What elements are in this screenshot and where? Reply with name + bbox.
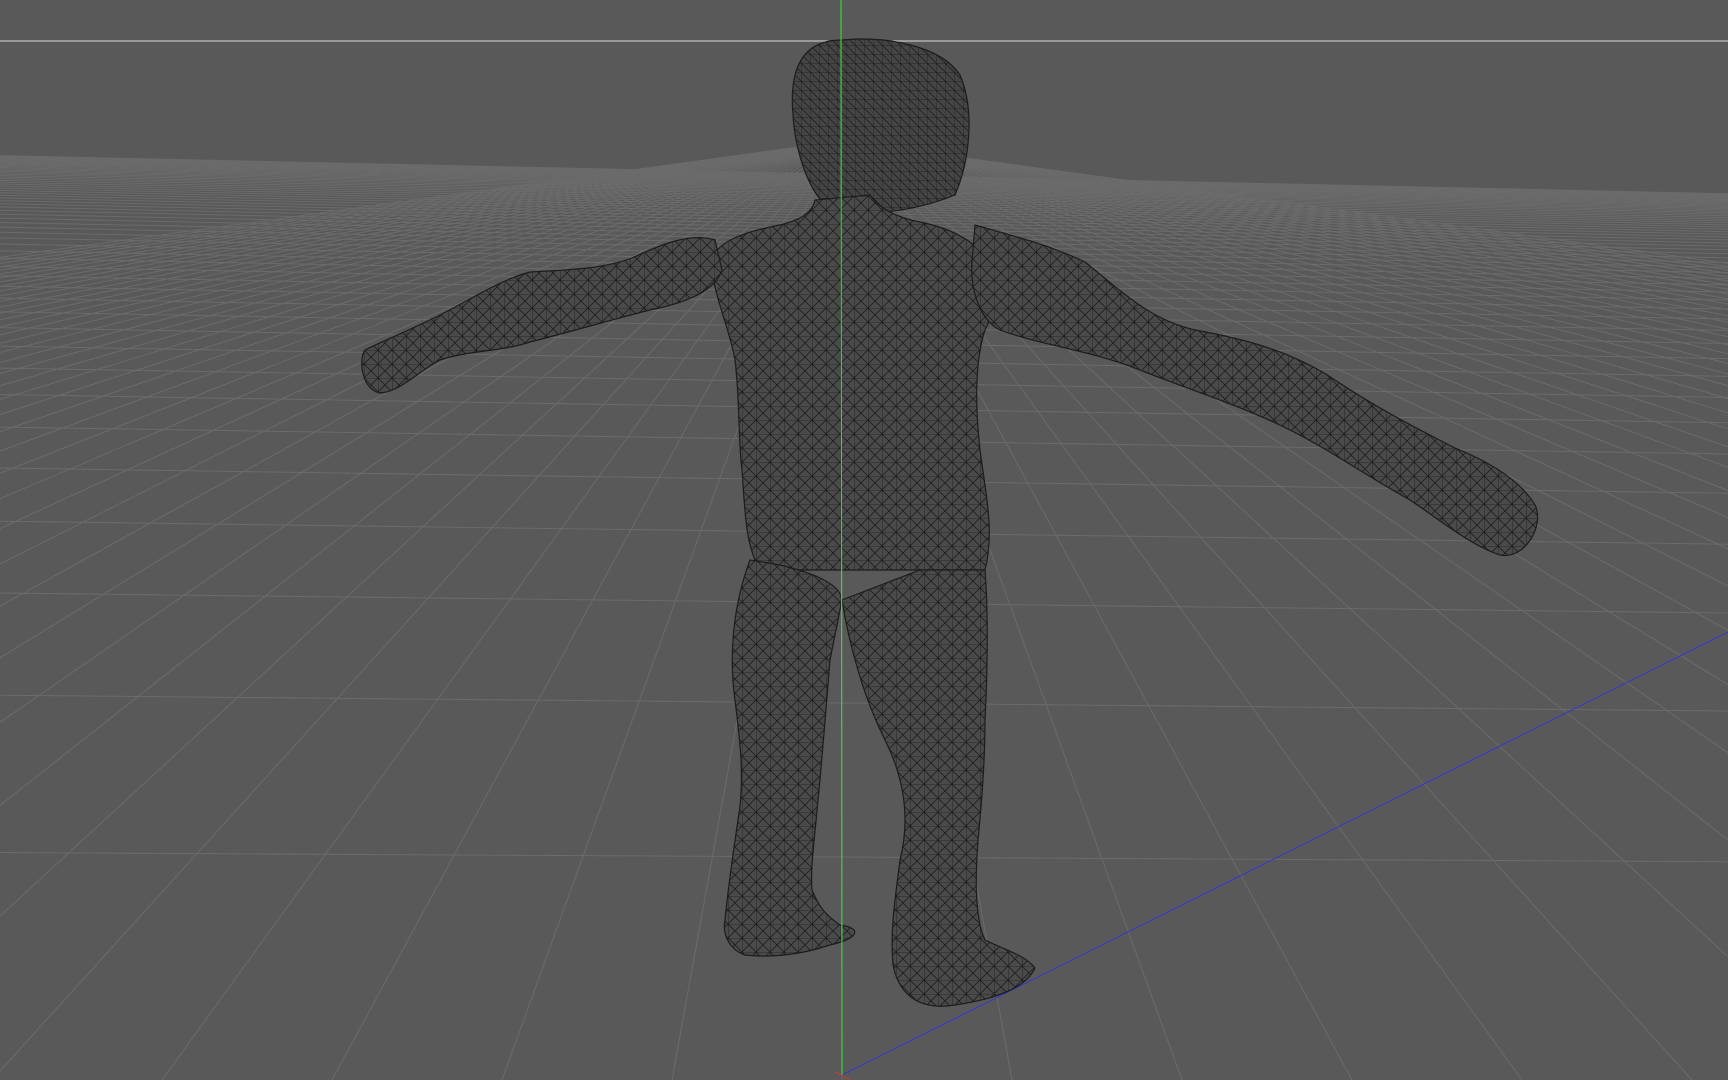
grid-line (0, 852, 1728, 863)
mesh-head (791, 38, 970, 214)
mesh-left-arm (361, 236, 723, 394)
grid-line (0, 694, 1728, 712)
viewport-canvas[interactable] (0, 0, 1728, 1080)
3d-viewport[interactable] (0, 0, 1728, 1080)
mesh-right-leg (841, 569, 1036, 1007)
mesh-left-leg (723, 559, 856, 957)
mesh-torso (709, 194, 997, 571)
